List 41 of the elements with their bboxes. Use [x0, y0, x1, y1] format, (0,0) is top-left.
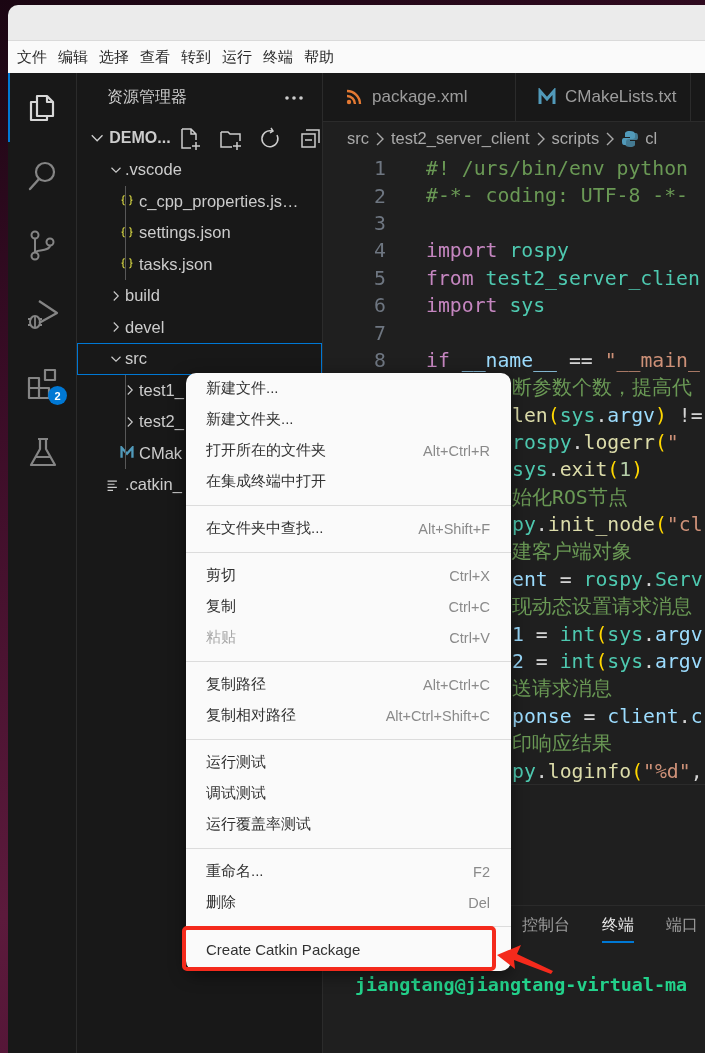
code-line: 现动态设置请求消息: [512, 594, 692, 621]
code-line: #! /urs/bin/env python: [426, 156, 688, 182]
shortcut-text: Ctrl+V: [449, 629, 490, 646]
code-line: 1 = int(sys.argv: [512, 621, 703, 648]
code-line: import sys: [426, 292, 546, 319]
code-line: py.loginfo("%d",: [512, 758, 703, 785]
code-line: sys.exit(1): [512, 457, 644, 484]
panel-title: 资源管理器: [107, 87, 187, 107]
line-number: 8: [373, 348, 386, 372]
code-line: len(sys.argv) !=: [512, 402, 703, 429]
code-line: ponse = client.c: [512, 703, 703, 730]
code-line: 始化ROS节点: [512, 484, 628, 511]
code-line: import rospy: [426, 238, 569, 265]
code-line: 断参数个数，提高代: [512, 375, 692, 402]
shortcut-text: Alt+Shift+F: [418, 520, 490, 537]
notification-badge: 2: [48, 386, 67, 405]
line-number: 4: [373, 239, 386, 263]
line-number: 5: [373, 266, 386, 290]
shortcut-text: Ctrl+X: [449, 567, 490, 584]
line-number: 2: [373, 184, 386, 208]
line-number: 3: [373, 211, 386, 235]
code-line: from test2_server_clien: [426, 265, 700, 292]
shortcut-text: Del: [468, 894, 490, 911]
code-line: 印响应结果: [512, 731, 612, 758]
code-line: 建客户端对象: [512, 539, 632, 566]
terminal-prompt: jiangtang@jiangtang-virtual-ma: [355, 976, 689, 994]
code-line: ent = rospy.Serv: [512, 566, 703, 593]
shortcut-text: Alt+Ctrl+C: [423, 676, 490, 693]
code-line: #-*- coding: UTF-8 -*-: [426, 183, 688, 210]
code-line: rospy.logerr(": [512, 429, 679, 456]
shortcut-text: Alt+Ctrl+R: [423, 442, 490, 459]
code-line: if __name__ == "__main_: [426, 347, 700, 374]
line-number: 1: [373, 157, 386, 181]
line-number: 6: [373, 294, 386, 318]
code-line: 2 = int(sys.argv: [512, 649, 703, 676]
line-number: 7: [373, 321, 386, 345]
code-line: py.init_node("cl: [512, 512, 703, 539]
shortcut-text: Ctrl+C: [448, 598, 490, 615]
shortcut-text: Alt+Ctrl+Shift+C: [385, 707, 490, 724]
shortcut-text: F2: [473, 863, 490, 880]
code-line: 送请求消息: [512, 676, 612, 703]
